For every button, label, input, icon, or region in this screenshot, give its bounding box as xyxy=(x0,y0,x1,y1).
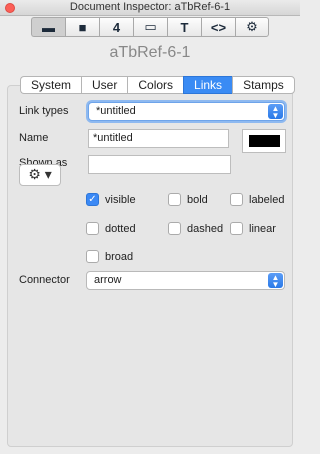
connector-label: Connector xyxy=(19,274,70,286)
bold-checkbox[interactable]: bold xyxy=(168,193,208,206)
broad-checkbox[interactable]: broad xyxy=(86,250,133,263)
attribute-inspector-button[interactable]: 4 xyxy=(99,17,133,37)
chevron-updown-icon: ▲ ▼ xyxy=(268,104,283,120)
dotted-checkbox[interactable]: dotted xyxy=(86,222,136,235)
checkmark-icon: ✓ xyxy=(86,193,99,206)
link-types-label: Link types xyxy=(19,105,69,117)
action-inspector-button[interactable]: ⚙ xyxy=(235,17,269,37)
attribute-icon: 4 xyxy=(112,19,121,35)
connector-popup[interactable]: arrow ▲ ▼ xyxy=(86,271,285,290)
visible-checkbox[interactable]: ✓ visible xyxy=(86,193,136,206)
tab-stamps[interactable]: Stamps xyxy=(232,76,295,94)
linear-label: linear xyxy=(249,222,276,235)
chevron-updown-icon: ▲ ▼ xyxy=(268,273,283,289)
code-icon: <> xyxy=(210,19,227,35)
dotted-label: dotted xyxy=(105,222,136,235)
link-types-value: *untitled xyxy=(96,105,136,117)
title-bar: Document Inspector: aTbRef-6-1 xyxy=(0,0,300,16)
name-field[interactable]: *untitled xyxy=(88,129,229,148)
link-types-popup[interactable]: *untitled ▲ ▼ xyxy=(88,102,285,121)
page-inspector-button[interactable]: ▭ xyxy=(133,17,167,37)
dashed-label: dashed xyxy=(187,222,224,235)
inspector-toolbar: ▬ ■ 4 ▭ T <> ⚙ xyxy=(0,16,300,38)
note-inspector-button[interactable]: ■ xyxy=(65,17,99,37)
document-name: aTbRef-6-1 xyxy=(109,44,191,61)
gear-icon: ⚙ ▾ xyxy=(28,166,52,182)
text-icon: T xyxy=(180,19,189,35)
page-icon: ▭ xyxy=(144,19,157,34)
checkbox-box xyxy=(230,193,243,206)
window-title: Document Inspector: aTbRef-6-1 xyxy=(69,1,231,13)
action-menu-button[interactable]: ⚙ ▾ xyxy=(19,164,61,186)
link-color-well[interactable] xyxy=(242,129,286,153)
visible-label: visible xyxy=(105,193,136,206)
checkbox-box xyxy=(168,222,181,235)
linear-checkbox[interactable]: linear xyxy=(230,222,276,235)
checkbox-box xyxy=(168,193,181,206)
gear-icon: ⚙ xyxy=(246,19,258,34)
tab-bar: System User Colors Links Stamps xyxy=(20,76,295,94)
checkbox-box xyxy=(230,222,243,235)
tab-colors[interactable]: Colors xyxy=(127,76,184,94)
color-swatch xyxy=(249,135,280,147)
text-inspector-button[interactable]: T xyxy=(167,17,201,37)
document-inspector-button[interactable]: ▬ xyxy=(31,17,65,37)
tab-system[interactable]: System xyxy=(20,76,82,94)
tab-user[interactable]: User xyxy=(81,76,128,94)
labeled-checkbox[interactable]: labeled xyxy=(230,193,284,206)
shown-as-field[interactable] xyxy=(88,155,231,174)
note-icon: ■ xyxy=(78,19,87,35)
code-inspector-button[interactable]: <> xyxy=(201,17,235,37)
connector-value: arrow xyxy=(94,274,122,286)
checkbox-box xyxy=(86,222,99,235)
tab-links[interactable]: Links xyxy=(183,76,233,94)
name-label: Name xyxy=(19,132,49,144)
broad-label: broad xyxy=(105,250,134,263)
bold-label: bold xyxy=(187,193,208,206)
dashed-checkbox[interactable]: dashed xyxy=(168,222,223,235)
labeled-label: labeled xyxy=(249,193,285,206)
document-icon: ▬ xyxy=(42,19,55,35)
checkbox-box xyxy=(86,250,99,263)
